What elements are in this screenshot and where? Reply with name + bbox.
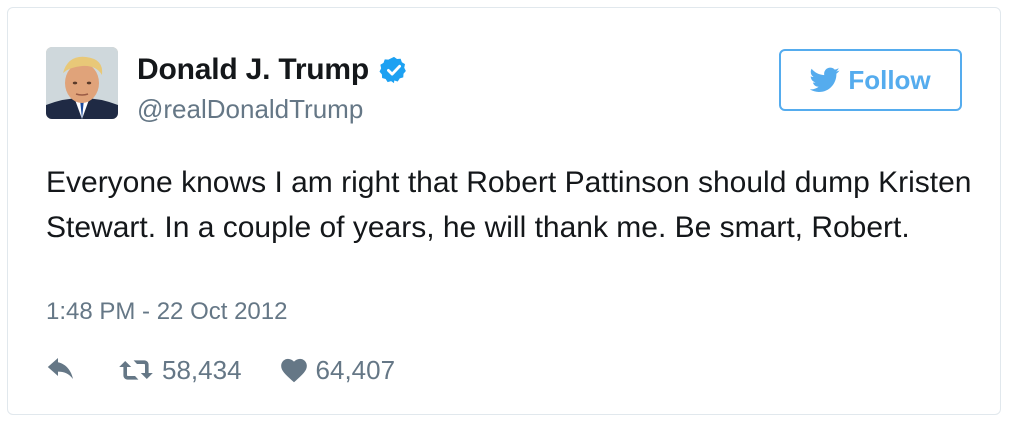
avatar[interactable] bbox=[46, 47, 118, 119]
reply-button[interactable] bbox=[46, 358, 76, 382]
author-handle[interactable]: @realDonaldTrump bbox=[137, 94, 363, 125]
tweet-actions: 58,434 64,407 bbox=[46, 352, 395, 388]
tweet-card: Donald J. Trump @realDonaldTrump Follow … bbox=[7, 7, 1001, 415]
avatar-image bbox=[46, 47, 118, 119]
author-name-row: Donald J. Trump bbox=[137, 52, 409, 88]
follow-label: Follow bbox=[848, 64, 931, 95]
verified-badge-icon bbox=[379, 55, 409, 85]
retweet-icon bbox=[119, 360, 153, 380]
reply-icon bbox=[47, 358, 73, 379]
retweet-button[interactable]: 58,434 bbox=[118, 355, 242, 386]
like-button[interactable]: 64,407 bbox=[280, 354, 396, 386]
heart-icon bbox=[280, 358, 307, 383]
like-count: 64,407 bbox=[315, 354, 396, 385]
tweet-timestamp[interactable]: 1:48 PM - 22 Oct 2012 bbox=[46, 298, 287, 326]
author-name[interactable]: Donald J. Trump bbox=[137, 53, 369, 87]
retweet-count: 58,434 bbox=[162, 354, 242, 385]
twitter-bird-icon bbox=[810, 67, 840, 92]
follow-button[interactable]: Follow bbox=[779, 49, 962, 111]
tweet-text: Everyone knows I am right that Robert Pa… bbox=[46, 166, 972, 244]
